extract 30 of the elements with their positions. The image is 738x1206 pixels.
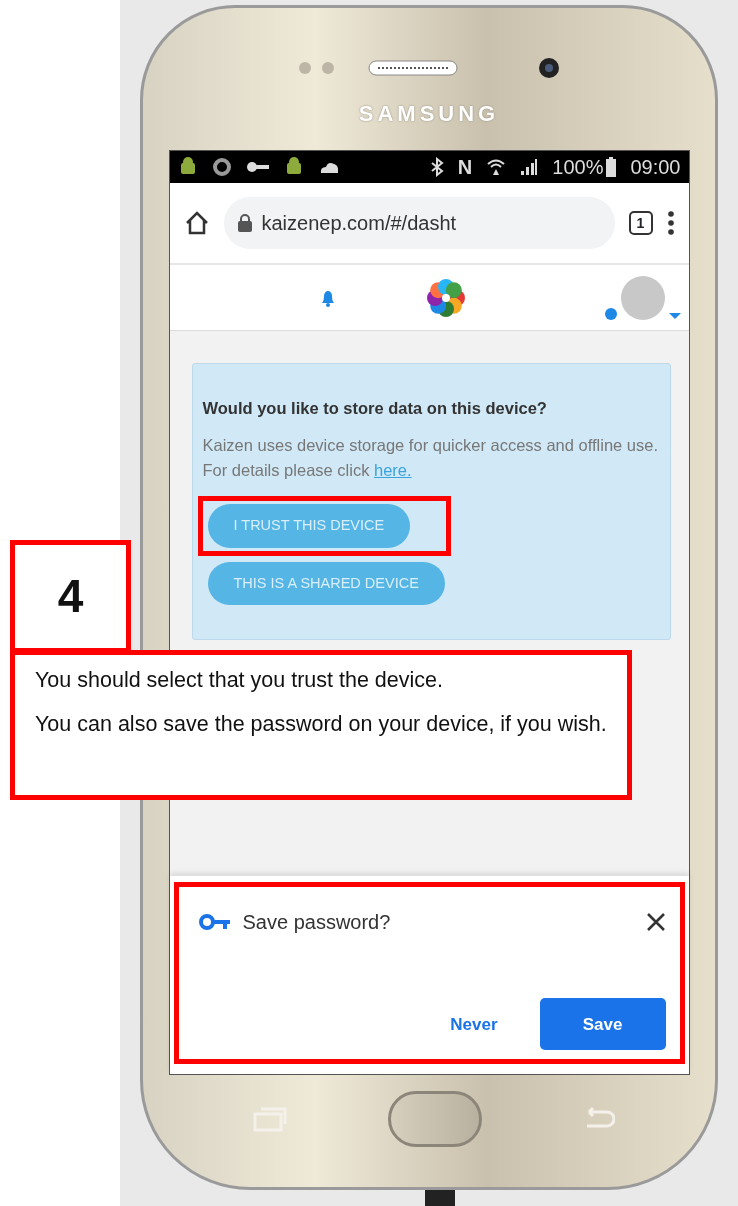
more-menu-icon[interactable] [666, 210, 675, 236]
camera-icon [538, 57, 560, 79]
bell-icon[interactable] [319, 288, 336, 307]
url-text: kaizenep.com/#/dasht [261, 211, 457, 236]
flower-logo-icon[interactable] [425, 277, 466, 318]
lock-icon [237, 214, 252, 232]
dialog-text: Kaizen uses device storage for quicker access and offline use. For details please click here. [202, 434, 660, 482]
status-dot-icon [604, 307, 617, 320]
key-icon [198, 913, 231, 931]
details-link[interactable]: here. [374, 461, 412, 480]
nfc-icon: N [457, 152, 473, 182]
brand-logo: SAMSUNG [358, 100, 500, 128]
close-icon[interactable] [645, 912, 666, 932]
bluetooth-icon [429, 157, 444, 177]
address-bar[interactable]: kaizenep.com/#/dasht [223, 197, 615, 249]
dialog-title: Would you like to store data on this device? [202, 398, 548, 419]
status-time: 09:00 [630, 155, 681, 180]
prompt-title: Save password? [242, 910, 391, 935]
wifi-icon [486, 157, 507, 177]
battery-level: 100% [552, 155, 604, 180]
battery-icon [606, 157, 617, 177]
tab-count-button[interactable]: 1 [628, 211, 653, 235]
save-button[interactable]: Save [539, 998, 666, 1051]
instruction-text: You can also save the password on your device, if you wish. [35, 711, 607, 739]
signal-icon [520, 158, 539, 176]
never-button[interactable]: Never [430, 997, 518, 1051]
instruction-text: You should select that you trust the device. [35, 667, 444, 694]
cable [425, 1190, 455, 1206]
home-button[interactable] [388, 1090, 482, 1147]
caret-icon[interactable] [668, 311, 681, 320]
